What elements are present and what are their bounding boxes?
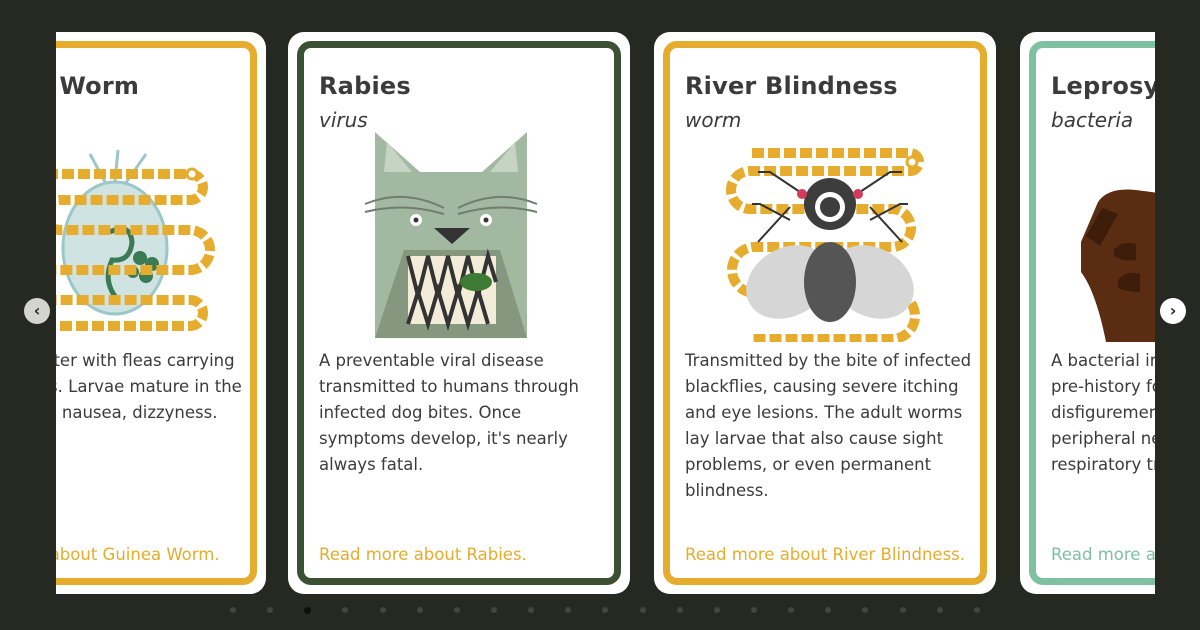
card-type: virus bbox=[319, 108, 368, 132]
card-title: Guinea Worm bbox=[56, 72, 140, 100]
pagination-dot[interactable] bbox=[490, 607, 497, 613]
pagination-dot[interactable] bbox=[788, 607, 795, 613]
pagination-dot[interactable] bbox=[862, 607, 869, 613]
read-more-link[interactable]: Read more about Leprosy. bbox=[1051, 545, 1155, 564]
pagination-dot[interactable] bbox=[342, 607, 349, 613]
card-type: bacteria bbox=[1051, 108, 1134, 132]
pagination-dot[interactable] bbox=[899, 607, 906, 613]
pagination-dot[interactable] bbox=[602, 607, 609, 613]
card-description: Drinking water with fleas carrying round… bbox=[56, 351, 242, 422]
pagination-dot[interactable] bbox=[750, 607, 757, 613]
card-title: River Blindness bbox=[685, 72, 898, 100]
pagination-dot[interactable] bbox=[825, 607, 832, 613]
pagination-dot[interactable] bbox=[528, 607, 535, 613]
card-description: A bacterial infection known since pre-hi… bbox=[1051, 351, 1155, 474]
card-border: Rabies virus A preventable viral disease… bbox=[297, 41, 621, 585]
pagination-dot[interactable] bbox=[416, 607, 423, 613]
pagination-dot[interactable] bbox=[713, 607, 720, 613]
card-description: Transmitted by the bite of infected blac… bbox=[685, 351, 972, 500]
disease-card-river-blindness[interactable]: River Blindness worm Transmitted by the … bbox=[654, 32, 996, 594]
rabid-dog-icon bbox=[364, 132, 538, 338]
chevron-left-icon: ‹ bbox=[33, 301, 41, 320]
chevron-right-icon: › bbox=[1169, 301, 1177, 320]
card-description: A preventable viral disease transmitted … bbox=[319, 351, 579, 474]
disease-card-guinea-worm[interactable]: Guinea Worm Drinking water with fleas ca… bbox=[56, 32, 266, 594]
worm-icon bbox=[56, 149, 215, 331]
carousel-pagination bbox=[230, 605, 980, 615]
pagination-dot[interactable] bbox=[973, 607, 980, 613]
hand-icon bbox=[1081, 189, 1155, 342]
pagination-dot[interactable] bbox=[936, 607, 943, 613]
card-border: Guinea Worm Drinking water with fleas ca… bbox=[56, 41, 257, 585]
pagination-dot[interactable] bbox=[267, 607, 274, 613]
carousel-viewport: Guinea Worm Drinking water with fleas ca… bbox=[56, 0, 1155, 600]
pagination-dot[interactable] bbox=[304, 606, 312, 614]
card-border: River Blindness worm Transmitted by the … bbox=[663, 41, 987, 585]
disease-card-leprosy[interactable]: Leprosy bacteria A bacterial infection k… bbox=[1020, 32, 1155, 594]
card-border: Leprosy bacteria A bacterial infection k… bbox=[1029, 41, 1155, 585]
read-more-link[interactable]: Read more about River Blindness. bbox=[685, 545, 965, 564]
carousel-next-button[interactable]: › bbox=[1160, 298, 1186, 324]
read-more-link[interactable]: Read more about Rabies. bbox=[319, 545, 527, 564]
read-more-link[interactable]: Read more about Guinea Worm. bbox=[56, 545, 220, 564]
blackfly-icon bbox=[726, 148, 924, 342]
carousel-prev-button[interactable]: ‹ bbox=[24, 298, 50, 324]
pagination-dot[interactable] bbox=[565, 607, 572, 613]
card-type: worm bbox=[685, 108, 742, 132]
disease-card-rabies[interactable]: Rabies virus A preventable viral disease… bbox=[288, 32, 630, 594]
card-title: Leprosy bbox=[1051, 72, 1155, 100]
pagination-dot[interactable] bbox=[639, 607, 646, 613]
pagination-dot[interactable] bbox=[230, 607, 236, 613]
pagination-dot[interactable] bbox=[453, 607, 460, 613]
pagination-dot[interactable] bbox=[379, 607, 386, 613]
card-title: Rabies bbox=[319, 72, 411, 100]
pagination-dot[interactable] bbox=[676, 607, 683, 613]
